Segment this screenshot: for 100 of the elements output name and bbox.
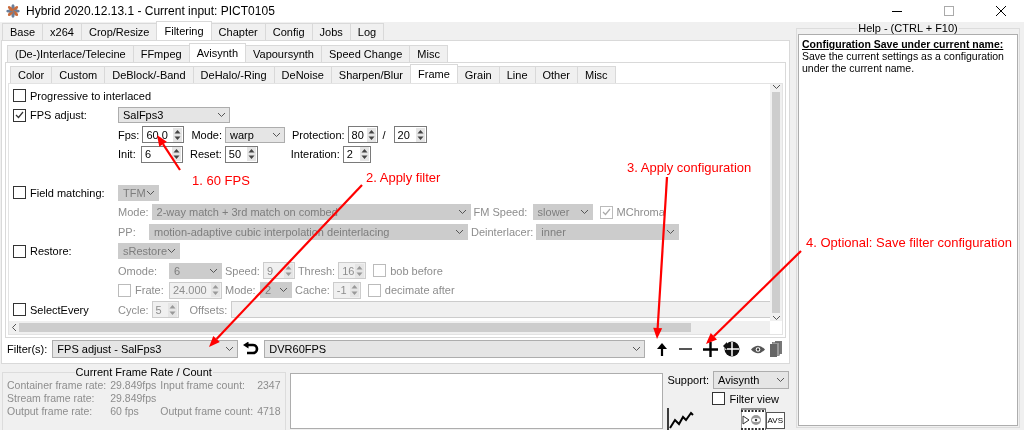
tab[interactable]: Misc — [409, 45, 448, 62]
stepper-icon — [172, 147, 181, 162]
stepper-icon — [283, 263, 293, 278]
dropdown[interactable]: DVR60FPS — [264, 340, 646, 358]
chevron-down-icon — [279, 287, 288, 294]
stat-label: Input frame count: — [160, 379, 246, 391]
help-text: Save the current settings as a configuration under the current name. — [802, 50, 1005, 74]
close-icon[interactable] — [996, 6, 1006, 16]
arrow-up-icon[interactable] — [656, 342, 669, 356]
tab[interactable]: FFmpeg — [132, 45, 190, 62]
chevron-down-icon — [632, 346, 642, 352]
tab[interactable]: DeNoise — [273, 66, 332, 83]
checkbox[interactable] — [13, 303, 26, 317]
chevron-down-icon — [272, 131, 281, 138]
field-label: Fps: — [118, 128, 140, 141]
scrollbar-thumb[interactable] — [772, 92, 780, 313]
dropdown[interactable]: FPS adjust - SalFps3 — [52, 340, 239, 358]
field-label: Offsets: — [189, 303, 228, 316]
field-label: Mode: — [191, 128, 222, 141]
stepper-icon — [366, 127, 376, 142]
vertical-scrollbar[interactable] — [770, 84, 782, 321]
minus-icon[interactable] — [679, 348, 693, 350]
field-label: PP: — [118, 225, 137, 238]
tab[interactable]: DeHalo/-Ring — [192, 66, 275, 83]
tab[interactable]: Vapoursynth — [245, 45, 322, 62]
chevron-left-icon — [11, 323, 17, 332]
annotation-text: 1. 60 FPS — [192, 173, 250, 188]
tab[interactable]: Sharpen/Blur — [330, 66, 411, 83]
dropdown[interactable]: SalFps3 — [118, 107, 230, 124]
window-title: Hybrid 2020.12.13.1 - Current input: PICT0105 — [26, 4, 276, 18]
tab[interactable]: Custom — [51, 66, 106, 83]
tab[interactable]: Base — [2, 23, 44, 40]
tab[interactable]: Misc — [577, 66, 616, 83]
dropdown[interactable]: Avisynth — [713, 371, 789, 389]
field-label: Init: — [118, 148, 137, 161]
chevron-down-icon — [167, 248, 177, 255]
checkbox[interactable] — [13, 89, 26, 103]
chevron-down-icon — [771, 315, 781, 321]
tab[interactable]: Log — [349, 23, 385, 40]
spin-box[interactable]: 50 — [224, 145, 258, 163]
checkbox-label[interactable]: Restore: — [30, 245, 72, 258]
eye-icon[interactable] — [751, 344, 766, 354]
field-label: Cycle: — [118, 303, 149, 316]
spin-box[interactable]: 20 — [393, 126, 427, 144]
chevron-down-icon — [776, 377, 785, 383]
stepper-icon — [211, 283, 220, 298]
checkbox[interactable] — [13, 186, 26, 200]
scrollbar-thumb[interactable] — [19, 323, 691, 332]
spin-box[interactable]: 80 — [347, 126, 378, 144]
chevron-down-icon — [666, 228, 676, 235]
tab[interactable]: DeBlock/-Band — [104, 66, 194, 83]
undo-icon[interactable] — [243, 342, 260, 356]
field-label: Omode: — [118, 264, 159, 277]
field-label: Mode: — [118, 206, 149, 219]
stepper-icon — [349, 283, 359, 298]
app-icon — [6, 4, 20, 18]
checkbox[interactable] — [712, 392, 726, 405]
stat-value: 60 fps — [110, 405, 140, 417]
field-label: Interation: — [290, 148, 340, 161]
chevron-down-icon — [145, 189, 155, 196]
tab[interactable]: Line — [498, 66, 536, 83]
tab[interactable]: Filtering — [156, 21, 212, 40]
tab[interactable]: Color — [10, 66, 53, 83]
checkbox-label[interactable]: Progressive to interlaced — [30, 89, 152, 102]
checkbox[interactable] — [13, 244, 26, 258]
chevron-down-icon — [455, 228, 464, 235]
annotation-text: 4. Optional: Save filter configuration — [806, 235, 1012, 250]
tab[interactable]: Crop/Resize — [80, 23, 158, 40]
tab[interactable]: Avisynth — [188, 43, 246, 62]
film-strip-icon[interactable] — [740, 408, 766, 430]
checkbox-label[interactable]: Field matching: — [30, 186, 105, 199]
checkbox-label[interactable]: SelectEvery — [30, 303, 89, 316]
dropdown[interactable]: warp — [225, 126, 285, 143]
tab[interactable]: Chapter — [210, 23, 266, 40]
group-title: Help - (CTRL + F10) — [857, 22, 959, 34]
spin-box[interactable]: 60.0 — [142, 126, 185, 144]
minimize-icon[interactable] — [892, 10, 902, 12]
group-title: Current Frame Rate / Count — [74, 366, 213, 378]
field-label: Filter(s): — [7, 343, 48, 355]
checkbox[interactable] — [13, 108, 26, 122]
tab[interactable]: Speed Change — [320, 45, 411, 62]
spin-box[interactable]: 6 — [141, 145, 183, 163]
chevron-down-icon — [579, 209, 589, 216]
tab[interactable]: Other — [534, 66, 578, 83]
pages-icon[interactable] — [770, 341, 783, 357]
field-label: FM Speed: — [473, 206, 529, 219]
spin-box[interactable]: 2 — [342, 145, 371, 163]
field-label: Mode: — [225, 284, 257, 297]
chevron-down-icon — [457, 209, 467, 216]
line-chart-icon[interactable] — [667, 408, 695, 430]
checkbox-label[interactable]: FPS adjust: — [30, 109, 87, 122]
field-label: Reset: — [190, 148, 222, 161]
plus-icon[interactable] — [703, 341, 719, 357]
tab[interactable]: (De-)Interlace/Telecine — [7, 45, 134, 62]
tab[interactable]: Config — [264, 23, 313, 40]
horizontal-scrollbar[interactable] — [9, 321, 770, 334]
checkbox-label[interactable]: Filter view — [729, 392, 779, 405]
tab[interactable]: Grain — [456, 66, 500, 83]
stepper-icon — [167, 302, 177, 317]
field-label: Speed: — [225, 264, 260, 277]
